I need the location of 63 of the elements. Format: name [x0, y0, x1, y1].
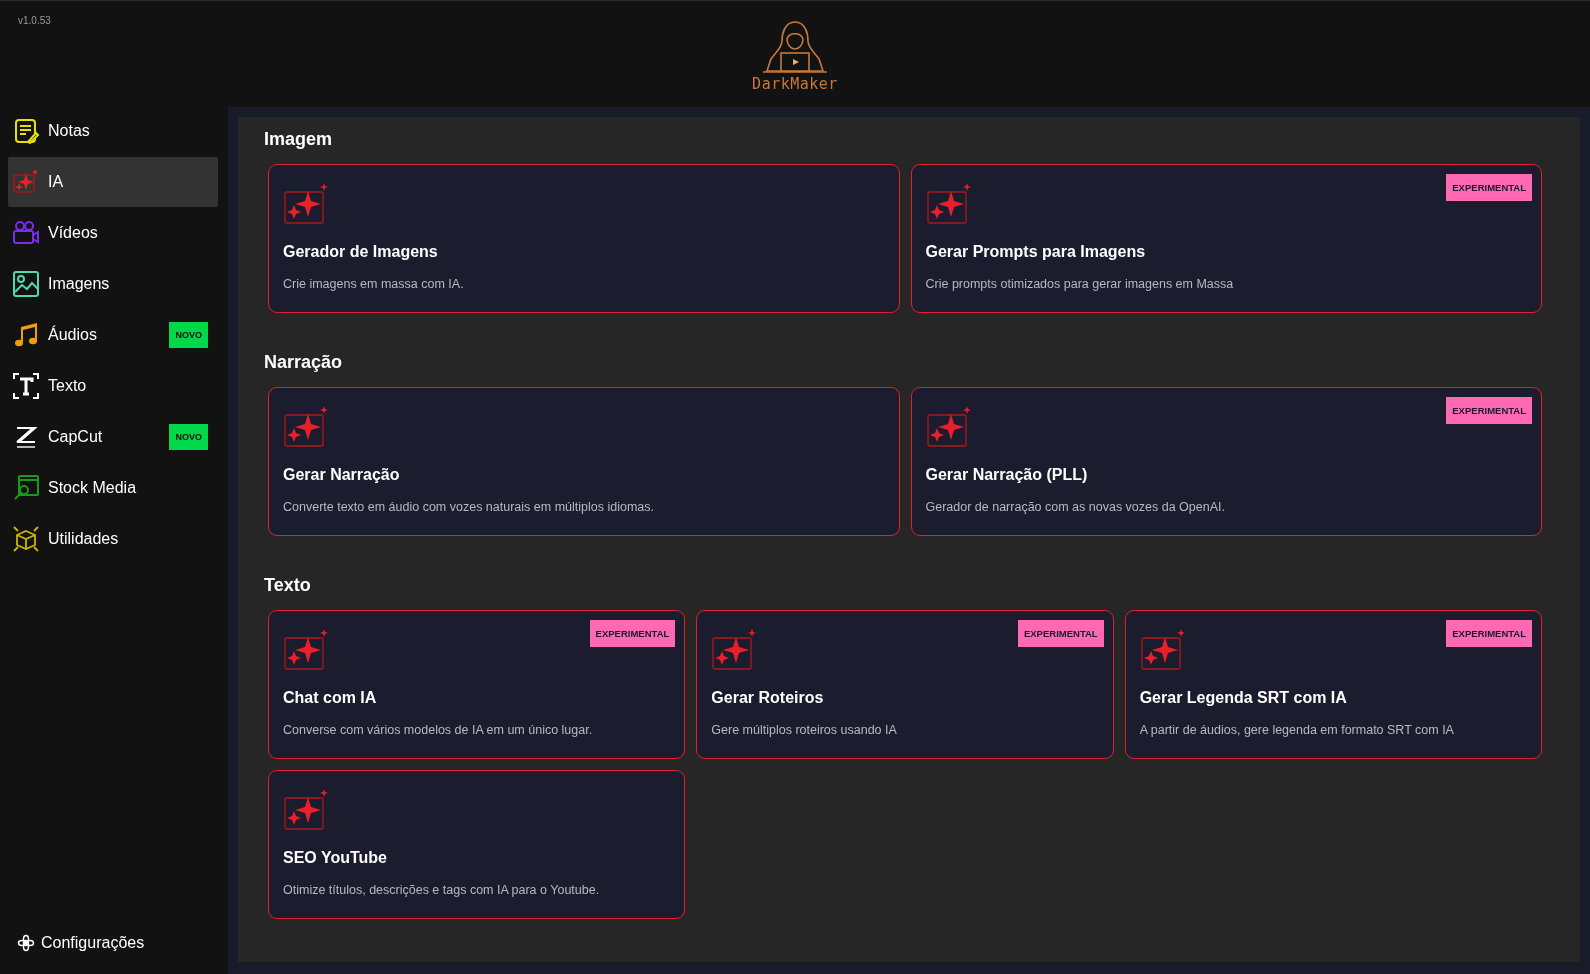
logo-text: DarkMaker — [752, 75, 838, 93]
experimental-badge: EXPERIMENTAL — [1017, 620, 1104, 647]
card-description: Crie prompts otimizados para gerar imagens em Massa — [925, 277, 1234, 291]
sparkle-icon — [925, 406, 972, 448]
new-badge: NOVO — [169, 322, 208, 348]
card-description: Converse com vários modelos de IA em um único lugar. — [283, 723, 593, 737]
sidebar-item[interactable]: Imagens — [8, 259, 218, 309]
sidebar-item[interactable]: CapCut NOVO — [8, 412, 218, 462]
image-search-icon — [12, 474, 40, 502]
tool-card[interactable]: SEO YouTube Otimize títulos, descrições e tags com IA para o Youtube. — [268, 770, 686, 919]
card-description: A partir de áudios, gere legenda em formato SRT com IA — [1139, 723, 1454, 737]
sparkle-icon — [283, 789, 329, 831]
tool-card[interactable]: EXPERIMENTAL Gerar Roteiros Gere múltiplos roteiros usando IA — [696, 610, 1114, 759]
card-title: Gerar Prompts para Imagens — [925, 243, 1146, 261]
box-icon — [12, 525, 40, 553]
card-title: Gerar Legenda SRT com IA — [1139, 689, 1347, 707]
sidebar-item[interactable]: IA — [8, 157, 218, 207]
experimental-badge: EXPERIMENTAL — [1446, 397, 1532, 424]
card-title: Gerar Narração (PLL) — [925, 466, 1088, 484]
sparkle-icon — [283, 629, 329, 671]
sidebar-item[interactable]: Vídeos — [8, 208, 218, 258]
sparkle-icon — [711, 629, 758, 671]
sparkle-icon — [1139, 629, 1186, 671]
section-title: Imagem — [264, 129, 334, 150]
sidebar-item[interactable]: Stock Media — [8, 463, 218, 513]
sparkle-icon — [283, 406, 329, 448]
version-label: v1.0.53 — [18, 15, 51, 26]
tool-card[interactable]: EXPERIMENTAL Gerar Legenda SRT com IA A partir de áudios, gere legenda em formato SRT com IA — [1124, 610, 1542, 759]
section-title: Texto — [264, 575, 312, 596]
text-icon — [12, 372, 40, 400]
sidebar-item[interactable]: Utilidades — [8, 514, 218, 564]
music-note-icon — [12, 321, 40, 349]
settings-icon — [17, 934, 35, 952]
sparkle-icon — [925, 183, 972, 225]
video-camera-icon — [12, 219, 40, 247]
sidebar-item[interactable]: Notas — [8, 106, 218, 156]
card-title: Gerar Narração — [283, 466, 400, 484]
sparkle-icon — [283, 183, 329, 225]
card-description: Otimize títulos, descrições e tags com IA para o Youtube. — [283, 883, 600, 897]
settings-link[interactable]: Configurações — [8, 934, 218, 952]
sidebar-item[interactable]: Texto — [8, 361, 218, 411]
card-description: Gere múltiplos roteiros usando IA — [711, 723, 897, 737]
card-title: Chat com IA — [283, 689, 377, 707]
card-description: Converte texto em áudio com vozes naturais em múltiplos idiomas. — [283, 500, 654, 514]
tool-card[interactable]: EXPERIMENTAL Gerar Prompts para Imagens Crie prompts otimizados para gerar imagens em Massa — [910, 164, 1542, 313]
experimental-badge: EXPERIMENTAL — [1446, 620, 1532, 647]
tool-card[interactable]: Gerador de Imagens Crie imagens em massa com IA. — [268, 164, 900, 313]
experimental-badge: EXPERIMENTAL — [1446, 174, 1532, 201]
tool-card[interactable]: EXPERIMENTAL Chat com IA Converse com vários modelos de IA em um único lugar. — [268, 610, 686, 759]
section-title: Narração — [264, 352, 344, 373]
card-title: Gerador de Imagens — [283, 243, 438, 261]
card-title: SEO YouTube — [283, 849, 387, 867]
tool-card[interactable]: EXPERIMENTAL Gerar Narração (PLL) Gerador de narração com as novas vozes da OpenAI. — [910, 387, 1542, 536]
sparkle-icon — [12, 168, 40, 196]
experimental-badge: EXPERIMENTAL — [589, 620, 676, 647]
card-title: Gerar Roteiros — [711, 689, 824, 707]
new-badge: NOVO — [169, 424, 208, 450]
card-description: Crie imagens em massa com IA. — [283, 277, 464, 291]
sidebar-item[interactable]: Áudios NOVO — [8, 310, 218, 360]
tool-card[interactable]: Gerar Narração Converte texto em áudio com vozes naturais em múltiplos idiomas. — [268, 387, 900, 536]
notes-icon — [12, 117, 40, 145]
image-icon — [12, 270, 40, 298]
card-description: Gerador de narração com as novas vozes da OpenAI. — [925, 500, 1225, 514]
